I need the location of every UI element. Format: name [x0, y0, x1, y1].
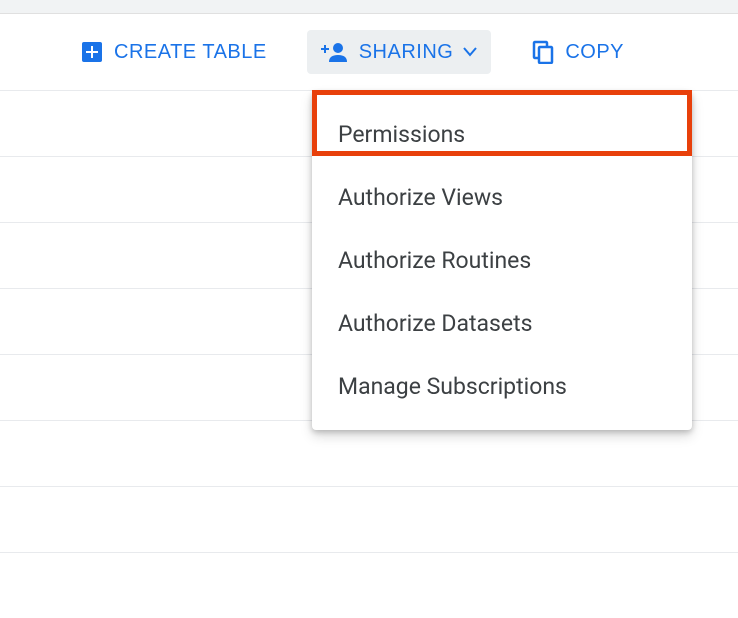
plus-icon — [80, 40, 104, 64]
menu-item-authorize-views[interactable]: Authorize Views — [312, 166, 692, 229]
chevron-down-icon — [463, 47, 477, 57]
create-table-button[interactable]: Create Table — [66, 30, 281, 74]
table-row — [0, 552, 738, 618]
sharing-button[interactable]: Sharing — [307, 30, 492, 74]
toolbar: Create Table Sharing Copy — [0, 14, 738, 90]
copy-icon — [531, 40, 555, 64]
sharing-dropdown-menu: Permissions Authorize Views Authorize Ro… — [312, 91, 692, 430]
sharing-label: Sharing — [359, 41, 454, 64]
table-row — [0, 486, 738, 552]
menu-item-authorize-routines[interactable]: Authorize Routines — [312, 229, 692, 292]
copy-button[interactable]: Copy — [517, 30, 638, 74]
menu-item-permissions[interactable]: Permissions — [312, 103, 692, 166]
copy-label: Copy — [565, 41, 624, 64]
create-table-label: Create Table — [114, 41, 267, 64]
menu-item-authorize-datasets[interactable]: Authorize Datasets — [312, 292, 692, 355]
top-bar — [0, 0, 738, 14]
rows-container: Permissions Authorize Views Authorize Ro… — [0, 90, 738, 618]
menu-item-manage-subscriptions[interactable]: Manage Subscriptions — [312, 355, 692, 418]
add-person-icon — [321, 40, 349, 64]
